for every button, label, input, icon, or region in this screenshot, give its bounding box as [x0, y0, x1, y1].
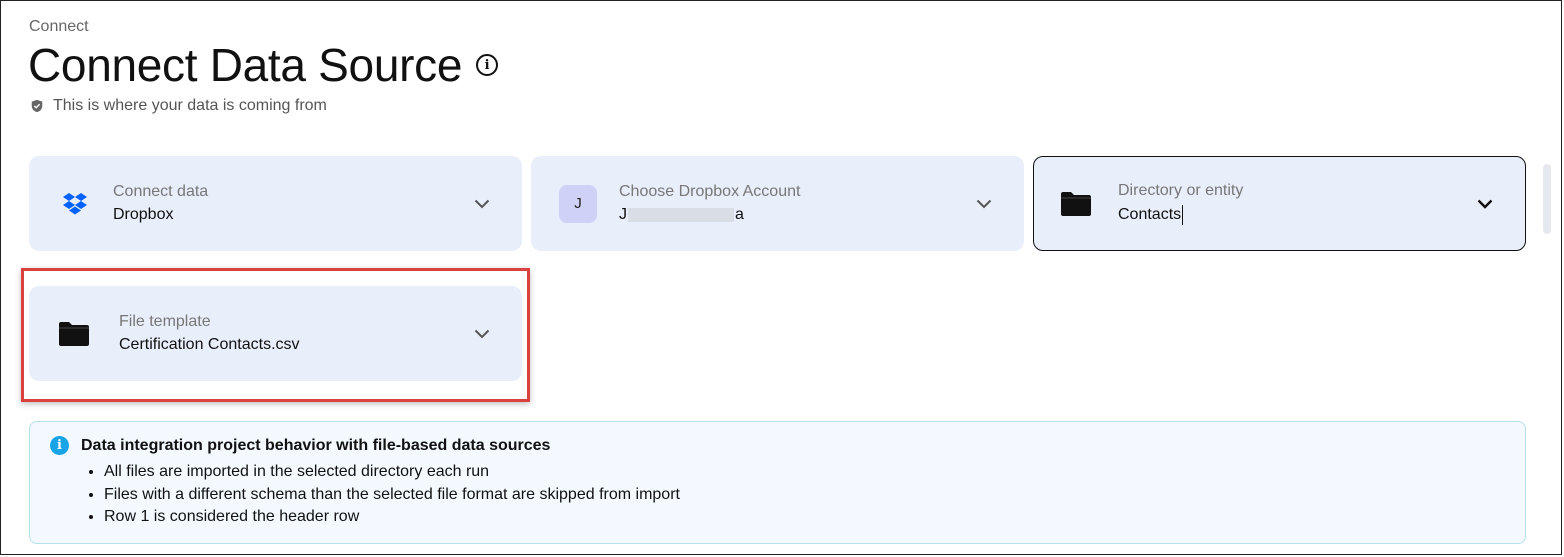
- info-icon[interactable]: i: [476, 54, 499, 76]
- notice-title: Data integration project behavior with f…: [81, 436, 551, 454]
- folder-icon: [1061, 191, 1091, 216]
- connect-data-label: Connect data: [113, 183, 209, 200]
- account-select[interactable]: J Choose Dropbox Account Ja: [531, 156, 1024, 251]
- list-item: Files with a different schema than the s…: [104, 484, 680, 507]
- redacted-block: [628, 207, 734, 222]
- directory-select[interactable]: Directory or entity Contacts: [1033, 156, 1526, 251]
- highlight-box: [21, 268, 530, 402]
- dropbox-icon: [63, 192, 87, 214]
- title-row: Connect Data Source i: [28, 38, 499, 92]
- directory-value-text: Contacts: [1118, 206, 1182, 224]
- page-title: Connect Data Source: [28, 39, 463, 91]
- connect-data-value: Dropbox: [113, 206, 174, 223]
- directory-value[interactable]: Contacts: [1118, 205, 1445, 225]
- connect-data-select[interactable]: Connect data Dropbox: [29, 156, 522, 251]
- account-label: Choose Dropbox Account: [619, 183, 801, 200]
- list-item: All files are imported in the selected d…: [104, 461, 680, 484]
- chevron-down-icon: [976, 199, 992, 208]
- account-avatar: J: [559, 184, 597, 223]
- notice-header: i Data integration project behavior with…: [50, 436, 550, 455]
- breadcrumb[interactable]: Connect: [29, 18, 89, 36]
- scrollbar[interactable]: [1543, 164, 1551, 234]
- chevron-down-icon: [1477, 199, 1493, 209]
- subtitle-text: This is where your data is coming from: [53, 97, 327, 114]
- subtitle: This is where your data is coming from: [30, 97, 327, 115]
- info-notice: i Data integration project behavior with…: [29, 421, 1526, 544]
- directory-label: Directory or entity: [1118, 182, 1244, 199]
- account-value: Ja: [619, 206, 944, 224]
- chevron-down-icon: [474, 199, 490, 208]
- account-value-start: J: [619, 206, 627, 223]
- account-value-end: a: [735, 206, 744, 223]
- info-circle-icon: i: [50, 436, 69, 455]
- notice-list: All files are imported in the selected d…: [84, 461, 680, 529]
- list-item: Row 1 is considered the header row: [104, 506, 680, 529]
- shield-check-icon: [31, 99, 43, 113]
- text-caret: [1182, 205, 1184, 225]
